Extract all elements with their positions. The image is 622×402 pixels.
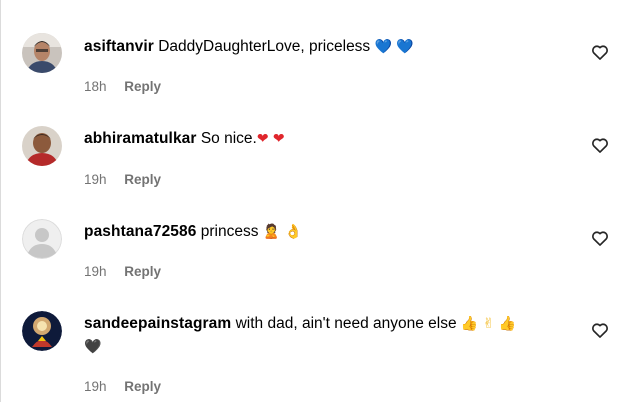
reply-button[interactable]: Reply <box>124 264 161 279</box>
comment-meta: 19h Reply <box>84 379 161 394</box>
username-link[interactable]: asiftanvir <box>84 38 154 55</box>
black-heart-emoji: 🖤 <box>84 339 102 355</box>
username-link[interactable]: abhiramatulkar <box>84 130 197 147</box>
comment-text-line: pashtana72586 princess 🙎 👌 <box>84 221 564 243</box>
comment-text: So nice. <box>200 130 257 147</box>
reply-button[interactable]: Reply <box>124 172 161 187</box>
comment-meta: 19h Reply <box>84 264 161 279</box>
avatar[interactable] <box>22 33 62 73</box>
red-heart-emoji: ❤ <box>272 131 285 147</box>
heart-outline-icon[interactable] <box>590 42 610 62</box>
red-heart-emoji: ❤ <box>256 131 269 147</box>
avatar[interactable] <box>22 219 62 259</box>
thumbs-up-emoji: 👍 <box>460 316 479 332</box>
reply-button[interactable]: Reply <box>124 379 161 394</box>
comment-meta: 18h Reply <box>84 79 161 94</box>
heart-outline-icon[interactable] <box>590 320 610 340</box>
victory-hand-emoji: ✌ <box>482 316 495 332</box>
reply-button[interactable]: Reply <box>124 79 161 94</box>
comment-time: 18h <box>84 79 107 94</box>
avatar[interactable] <box>22 311 62 351</box>
thumbs-up-emoji: 👍 <box>498 316 517 332</box>
heart-outline-icon[interactable] <box>590 135 610 155</box>
avatar[interactable] <box>22 126 62 166</box>
panel-divider <box>0 0 1 402</box>
username-link[interactable]: pashtana72586 <box>84 223 196 240</box>
blue-heart-emoji: 💙 <box>396 39 414 55</box>
comment-time: 19h <box>84 264 107 279</box>
comment-text: with dad, ain't need anyone else <box>235 315 457 332</box>
person-emoji: 🙎 <box>262 224 281 240</box>
ok-hand-emoji: 👌 <box>284 224 302 240</box>
comment-text-line: sandeepainstagram with dad, ain't need a… <box>84 313 564 335</box>
blue-heart-emoji: 💙 <box>374 39 392 55</box>
username-link[interactable]: sandeepainstagram <box>84 315 231 332</box>
comment-text: princess <box>200 223 259 240</box>
comment-text: DaddyDaughterLove, priceless <box>158 38 371 55</box>
comment-time: 19h <box>84 379 107 394</box>
heart-outline-icon[interactable] <box>590 228 610 248</box>
comment-time: 19h <box>84 172 107 187</box>
comment-meta: 19h Reply <box>84 172 161 187</box>
comment-text-line: abhiramatulkar So nice.❤ ❤ <box>84 128 564 150</box>
comment-text-line: asiftanvir DaddyDaughterLove, priceless … <box>84 36 564 58</box>
comment-text-line: 🖤 <box>84 336 564 358</box>
